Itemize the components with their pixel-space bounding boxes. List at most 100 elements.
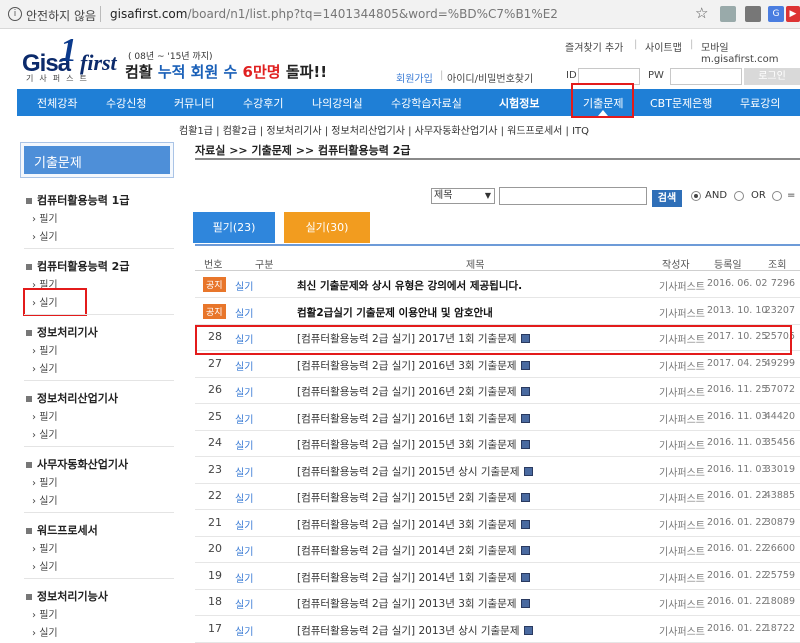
post-title-link[interactable]: [컴퓨터활용능력 2급 실기] 2016년 3회 기출문제 xyxy=(297,358,530,373)
post-title-link[interactable]: [컴퓨터활용능력 2급 실기] 2014년 3회 기출문제 xyxy=(297,517,530,532)
table-row[interactable]: 25 실기 [컴퓨터활용능력 2급 실기] 2016년 1회 기출문제 기사퍼스트 20… xyxy=(195,405,800,431)
table-row[interactable]: 19 실기 [컴퓨터활용능력 2급 실기] 2014년 1회 기출문제 기사퍼스트 20… xyxy=(195,564,800,590)
address-bar[interactable]: i 안전하지 않음 gisafirst.com/board/n1/list.ph… xyxy=(0,0,800,29)
nav-community[interactable]: 커뮤니티 xyxy=(174,95,214,111)
post-title-link[interactable]: [컴퓨터활용능력 2급 실기] 2016년 2회 기출문제 xyxy=(297,384,530,399)
nav-all-courses[interactable]: 전체강좌 xyxy=(37,95,77,111)
sidebar-item-practical[interactable]: › 실기 xyxy=(32,558,58,573)
post-category[interactable]: 실기 xyxy=(235,543,253,558)
divider: | xyxy=(440,70,444,81)
bookmark-star-icon[interactable]: ☆ xyxy=(695,4,708,22)
post-category[interactable]: 실기 xyxy=(235,384,253,399)
nav-my-classroom[interactable]: 나의강의실 xyxy=(312,95,363,111)
radio-and[interactable] xyxy=(691,191,701,201)
post-title-link[interactable]: 컴활2급실기 기출문제 이용안내 및 암호안내 xyxy=(297,305,493,320)
sidebar-item-practical[interactable]: › 실기 xyxy=(32,360,58,375)
nav-free-lectures[interactable]: 무료강의 xyxy=(740,95,780,111)
sub-nav[interactable]: 컴활1급 | 컴활2급 | 정보처리기사 | 정보처리산업기사 | 사무자동화산… xyxy=(179,122,589,137)
post-category[interactable]: 실기 xyxy=(235,464,253,479)
post-title-link[interactable]: [컴퓨터활용능력 2급 실기] 2014년 1회 기출문제 xyxy=(297,570,530,585)
sidebar-item-practical[interactable]: › 실기 xyxy=(32,426,58,441)
nav-exam-info[interactable]: 시험정보 xyxy=(499,95,539,111)
sidebar-cat-info-craftsman[interactable]: 정보처리기능사 xyxy=(26,588,108,604)
tab-written[interactable]: 필기(23) xyxy=(193,212,275,243)
table-row[interactable]: 21 실기 [컴퓨터활용능력 2급 실기] 2014년 3회 기출문제 기사퍼스트 20… xyxy=(195,511,800,537)
sidebar-item-written[interactable]: › 필기 xyxy=(32,408,58,423)
search-field-select[interactable]: 제목 ▼ xyxy=(431,188,495,204)
post-category[interactable]: 실기 xyxy=(235,305,253,320)
sidebar-cat-info-engineer[interactable]: 정보처리기사 xyxy=(26,324,98,340)
post-author: 기사퍼스트 xyxy=(659,626,705,638)
post-title-link[interactable]: [컴퓨터활용능력 2급 실기] 2013년 3회 기출문제 xyxy=(297,596,530,611)
table-row[interactable]: 24 실기 [컴퓨터활용능력 2급 실기] 2015년 3회 기출문제 기사퍼스트 20… xyxy=(195,431,800,457)
post-title-link[interactable]: [컴퓨터활용능력 2급 실기] 2015년 3회 기출문제 xyxy=(297,437,530,452)
post-title-link[interactable]: [컴퓨터활용능력 2급 실기] 2013년 상시 기출문제 xyxy=(297,623,533,638)
sidebar-cat-comp2[interactable]: 컴퓨터활용능력 2급 xyxy=(26,258,129,274)
login-button[interactable]: 로그인 xyxy=(744,68,800,85)
post-category[interactable]: 실기 xyxy=(235,623,253,638)
post-title-link[interactable]: [컴퓨터활용능력 2급 실기] 2016년 1회 기출문제 xyxy=(297,411,530,426)
sidebar-cat-comp1[interactable]: 컴퓨터활용능력 1급 xyxy=(26,192,129,208)
favorites-link[interactable]: 즐겨찾기 추가 xyxy=(565,39,623,54)
sidebar-item-written[interactable]: › 필기 xyxy=(32,342,58,357)
translate-icon[interactable]: G xyxy=(768,6,784,22)
join-link[interactable]: 회원가입 xyxy=(396,74,433,85)
sidebar-item-written[interactable]: › 필기 xyxy=(32,606,58,621)
post-number: 25 xyxy=(208,409,222,423)
table-row[interactable]: 23 실기 [컴퓨터활용능력 2급 실기] 2015년 상시 기출문제 기사퍼스트 20… xyxy=(195,458,800,484)
table-row[interactable]: 26 실기 [컴퓨터활용능력 2급 실기] 2016년 2회 기출문제 기사퍼스트 20… xyxy=(195,378,800,404)
post-category[interactable]: 실기 xyxy=(235,517,253,532)
post-views: 44420 xyxy=(764,410,795,422)
post-author: 기사퍼스트 xyxy=(659,600,705,611)
url-text[interactable]: gisafirst.com/board/n1/list.php?tq=14013… xyxy=(110,7,558,21)
table-row[interactable]: 공지 실기 컴활2급실기 기출문제 이용안내 및 암호안내 기사퍼스트 2013. 10… xyxy=(195,299,800,325)
sidebar-cat-word[interactable]: 워드프로세서 xyxy=(26,522,98,538)
sidebar-item-written[interactable]: › 필기 xyxy=(32,540,58,555)
tab-practical[interactable]: 실기(30) xyxy=(284,212,370,243)
nav-study-materials[interactable]: 수강학습자료실 xyxy=(391,95,462,111)
post-title-link[interactable]: [컴퓨터활용능력 2급 실기] 2014년 2회 기출문제 xyxy=(297,543,530,558)
search-input[interactable] xyxy=(499,187,647,205)
nav-enroll[interactable]: 수강신청 xyxy=(106,95,146,111)
post-category[interactable]: 실기 xyxy=(235,278,253,293)
sidebar-item-written[interactable]: › 필기 xyxy=(32,210,58,225)
post-category[interactable]: 실기 xyxy=(235,358,253,373)
table-row[interactable]: 27 실기 [컴퓨터활용능력 2급 실기] 2016년 3회 기출문제 기사퍼스트 20… xyxy=(195,352,800,378)
video-icon[interactable]: ▶ xyxy=(786,6,800,22)
radio-eq[interactable] xyxy=(772,191,782,201)
nav-reviews[interactable]: 수강후기 xyxy=(243,95,283,111)
search-button[interactable]: 검색 xyxy=(652,190,682,207)
password-input[interactable] xyxy=(670,68,742,85)
table-row[interactable]: 18 실기 [컴퓨터활용능력 2급 실기] 2013년 3회 기출문제 기사퍼스트 20… xyxy=(195,590,800,616)
post-title-link[interactable]: [컴퓨터활용능력 2급 실기] 2015년 상시 기출문제 xyxy=(297,464,533,479)
post-category[interactable]: 실기 xyxy=(235,411,253,426)
nav-cbt-bank[interactable]: CBT문제은행 xyxy=(650,95,712,111)
post-category[interactable]: 실기 xyxy=(235,570,253,585)
sidebar-item-written[interactable]: › 필기 xyxy=(32,474,58,489)
table-row[interactable]: 17 실기 [컴퓨터활용능력 2급 실기] 2013년 상시 기출문제 기사퍼스트 20… xyxy=(195,617,800,643)
sidebar-item-practical[interactable]: › 실기 xyxy=(32,492,58,507)
table-row[interactable]: 20 실기 [컴퓨터활용능력 2급 실기] 2014년 2회 기출문제 기사퍼스트 20… xyxy=(195,537,800,563)
logo-one[interactable]: 1 xyxy=(60,32,77,70)
mobile-link[interactable]: 모바일 m.gisafirst.com xyxy=(701,39,800,65)
sidebar-item-practical[interactable]: › 실기 xyxy=(32,624,58,639)
post-category[interactable]: 실기 xyxy=(235,490,253,505)
sitemap-link[interactable]: 사이트맵 xyxy=(645,39,682,54)
radio-or[interactable] xyxy=(734,191,744,201)
table-row[interactable]: 22 실기 [컴퓨터활용능력 2급 실기] 2015년 2회 기출문제 기사퍼스트 20… xyxy=(195,484,800,510)
post-date: 2016. 11. 03 xyxy=(707,463,768,475)
table-row[interactable]: 공지 실기 최신 기출문제와 상시 유형은 강의에서 제공됩니다. 기사퍼스트 2016… xyxy=(195,272,800,298)
sidebar-cat-office-auto[interactable]: 사무자동화산업기사 xyxy=(26,456,128,472)
reader-icon[interactable] xyxy=(720,6,736,22)
post-category[interactable]: 실기 xyxy=(235,596,253,611)
post-title-link[interactable]: 최신 기출문제와 상시 유형은 강의에서 제공됩니다. xyxy=(297,278,522,293)
sidebar-item-practical[interactable]: › 실기 xyxy=(32,228,58,243)
sidebar-cat-info-industrial[interactable]: 정보처리산업기사 xyxy=(26,390,118,406)
post-views: 43885 xyxy=(764,490,795,501)
post-author: 기사퍼스트 xyxy=(659,361,705,373)
info-icon[interactable]: i xyxy=(8,7,22,21)
post-title-link[interactable]: [컴퓨터활용능력 2급 실기] 2015년 2회 기출문제 xyxy=(297,490,530,505)
post-category[interactable]: 실기 xyxy=(235,437,253,452)
extension-icon[interactable] xyxy=(745,6,761,22)
find-account-link[interactable]: 아이디/비밀번호찾기 xyxy=(447,70,533,85)
